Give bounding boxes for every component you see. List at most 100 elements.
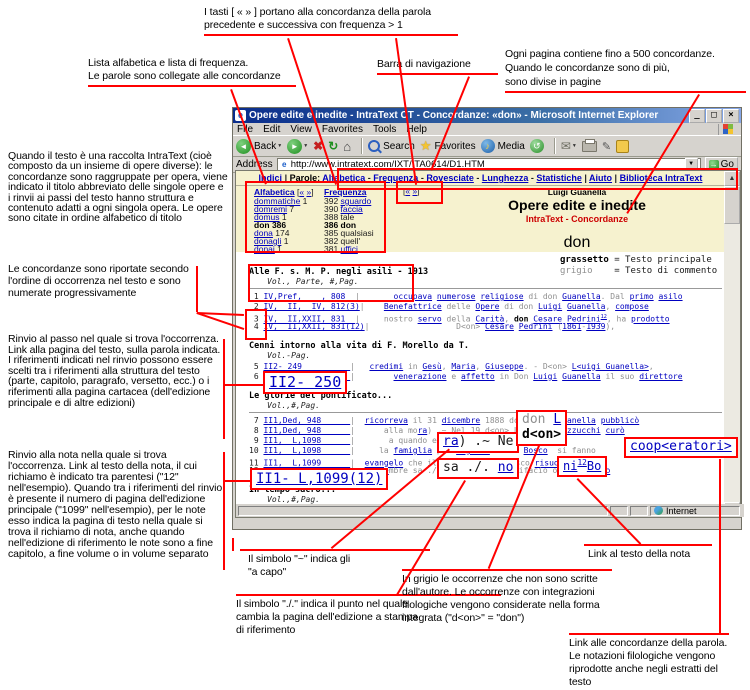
text-link[interactable]: 1939: [586, 322, 605, 331]
zoom-box-pagebreak-example: sa ./. no: [437, 458, 519, 479]
text-link[interactable]: Giuseppe: [485, 362, 524, 371]
menu-view[interactable]: View: [290, 124, 312, 135]
text-link[interactable]: Cesare: [485, 322, 514, 331]
media-button[interactable]: ♪Media: [481, 139, 525, 153]
text-link[interactable]: Gesù: [422, 362, 441, 371]
text-link[interactable]: credimi: [369, 362, 403, 371]
text-fragment: ,: [649, 362, 654, 371]
passage-ref-link[interactable]: II2- 249: [263, 362, 350, 371]
passage-ref-link[interactable]: IV, II, IV, 812(3): [263, 302, 359, 311]
text-link[interactable]: asilo: [658, 292, 682, 301]
text-link[interactable]: prodotto: [631, 315, 670, 324]
scrollbar-thumb[interactable]: [724, 186, 740, 224]
text-link[interactable]: II1- L,1099(12): [256, 471, 382, 487]
text-link[interactable]: Benefattrice: [384, 302, 442, 311]
text-link[interactable]: Statistiche: [536, 173, 582, 183]
mail-button[interactable]: ✉▼: [561, 139, 577, 153]
annotation-link-concordanze: Link alle concordanze della parola. Le n…: [569, 633, 729, 689]
close-button[interactable]: ×: [723, 109, 739, 123]
text-link[interactable]: no: [498, 460, 514, 475]
text-link[interactable]: curò: [605, 426, 624, 435]
menu-favorites[interactable]: Favorites: [322, 124, 363, 135]
refresh-button[interactable]: ↻: [328, 139, 338, 153]
text-link[interactable]: ricorreva: [365, 416, 408, 425]
print-button[interactable]: [582, 141, 597, 152]
text-link[interactable]: 1861: [562, 322, 581, 331]
back-dropdown-icon[interactable]: ▼: [277, 143, 282, 149]
search-button[interactable]: Search: [368, 140, 415, 152]
title-bar[interactable]: e Opere edite e inedite - IntraText CT -…: [233, 108, 741, 123]
annotation-word-lists: Lista alfabetica e lista di frequenza. L…: [88, 57, 296, 87]
text-link[interactable]: Pedrini: [519, 322, 553, 331]
text-link[interactable]: coop<eratori>: [630, 439, 732, 454]
text-link[interactable]: 12: [577, 458, 586, 467]
text-link[interactable]: pubblicò: [601, 416, 640, 425]
passage-ref-link[interactable]: II1, L,1098: [263, 446, 350, 455]
section-subtitle: Vol., Parte, #,Pag.: [267, 277, 722, 286]
forward-button[interactable]: ►▼: [287, 139, 308, 154]
text-link[interactable]: Guanella: [562, 372, 601, 381]
text-link[interactable]: affetto: [461, 372, 495, 381]
passage-ref-link[interactable]: IV, II,XXII, 831(12): [263, 322, 364, 331]
passage-ref-link[interactable]: IV,Pref, , 808: [263, 292, 355, 301]
text-link[interactable]: dicembre: [442, 416, 481, 425]
text-fragment: [360, 372, 394, 381]
history-icon: ↺: [530, 139, 544, 153]
frequency-prev-next-buttons[interactable]: [« »]: [403, 187, 420, 195]
text-link[interactable]: ra: [418, 426, 428, 435]
frequency-list: Frequenza 392 sguardo390 faccia388 tale3…: [324, 187, 374, 253]
text-link[interactable]: II2- 250: [269, 373, 341, 391]
text-link[interactable]: L<uigi Guanella>: [572, 362, 649, 371]
mail-dropdown-icon[interactable]: ▼: [572, 143, 577, 149]
text-link[interactable]: famiglia: [394, 446, 433, 455]
text-link[interactable]: Opere: [475, 302, 499, 311]
favorites-star-icon: ★: [420, 138, 432, 154]
text-link[interactable]: ni: [563, 459, 577, 473]
menu-tools[interactable]: Tools: [373, 124, 396, 135]
vertical-scrollbar[interactable]: ▲ ▼: [724, 171, 740, 517]
minimize-button[interactable]: _: [689, 109, 705, 123]
zoom-box-don-integration: don Ld<on>: [516, 410, 567, 446]
text-link[interactable]: direttore: [639, 372, 682, 381]
passage-ref-link[interactable]: II1, L,1098: [263, 436, 350, 445]
back-button[interactable]: ◄Back▼: [236, 139, 282, 154]
text-fragment: delle: [442, 302, 476, 311]
text-link[interactable]: donai: [254, 244, 275, 254]
text-link[interactable]: occupava: [394, 292, 433, 301]
text-link[interactable]: numerose: [437, 292, 476, 301]
text-link[interactable]: venerazione: [394, 372, 447, 381]
scroll-up-icon[interactable]: ▲: [724, 171, 740, 186]
messenger-button[interactable]: [616, 140, 629, 153]
text-link[interactable]: Bo: [587, 459, 601, 473]
text-link[interactable]: Rovesciate: [426, 173, 474, 183]
text-link[interactable]: Aiuto: [589, 173, 612, 183]
text-link[interactable]: uffici: [341, 244, 358, 254]
edit-button[interactable]: ✎: [602, 140, 611, 153]
text-link[interactable]: Guanella: [562, 292, 601, 301]
text-link[interactable]: Maria: [451, 362, 475, 371]
history-button[interactable]: ↺: [530, 139, 544, 153]
favorites-button[interactable]: ★Favorites: [420, 138, 476, 154]
search-icon: [368, 140, 380, 152]
text-fragment: si fanno: [548, 446, 596, 455]
text-link[interactable]: compose: [615, 302, 649, 311]
row-number: 8: [249, 426, 263, 435]
menu-edit[interactable]: Edit: [263, 124, 280, 135]
text-link[interactable]: primo: [630, 292, 654, 301]
text-fragment: -: [474, 173, 482, 183]
text-link[interactable]: Luigi: [533, 372, 557, 381]
maximize-button[interactable]: □: [706, 109, 722, 123]
text-link[interactable]: L: [553, 412, 561, 427]
home-button[interactable]: ⌂: [343, 139, 351, 154]
text-link[interactable]: Biblioteca IntraText: [620, 173, 703, 183]
text-link[interactable]: Guanella: [567, 302, 606, 311]
text-link[interactable]: Luigi: [538, 302, 562, 311]
text-link[interactable]: Alfabetica: [322, 173, 365, 183]
passage-ref-link[interactable]: II1,Ded, 948: [263, 416, 350, 425]
text-link[interactable]: ra: [443, 434, 459, 449]
passage-ref-link[interactable]: II1,Ded, 948: [263, 426, 350, 435]
forward-dropdown-icon[interactable]: ▼: [303, 143, 308, 149]
text-link[interactable]: Frequenza: [373, 173, 418, 183]
text-link[interactable]: religiose: [480, 292, 523, 301]
text-link[interactable]: Lunghezza: [482, 173, 529, 183]
